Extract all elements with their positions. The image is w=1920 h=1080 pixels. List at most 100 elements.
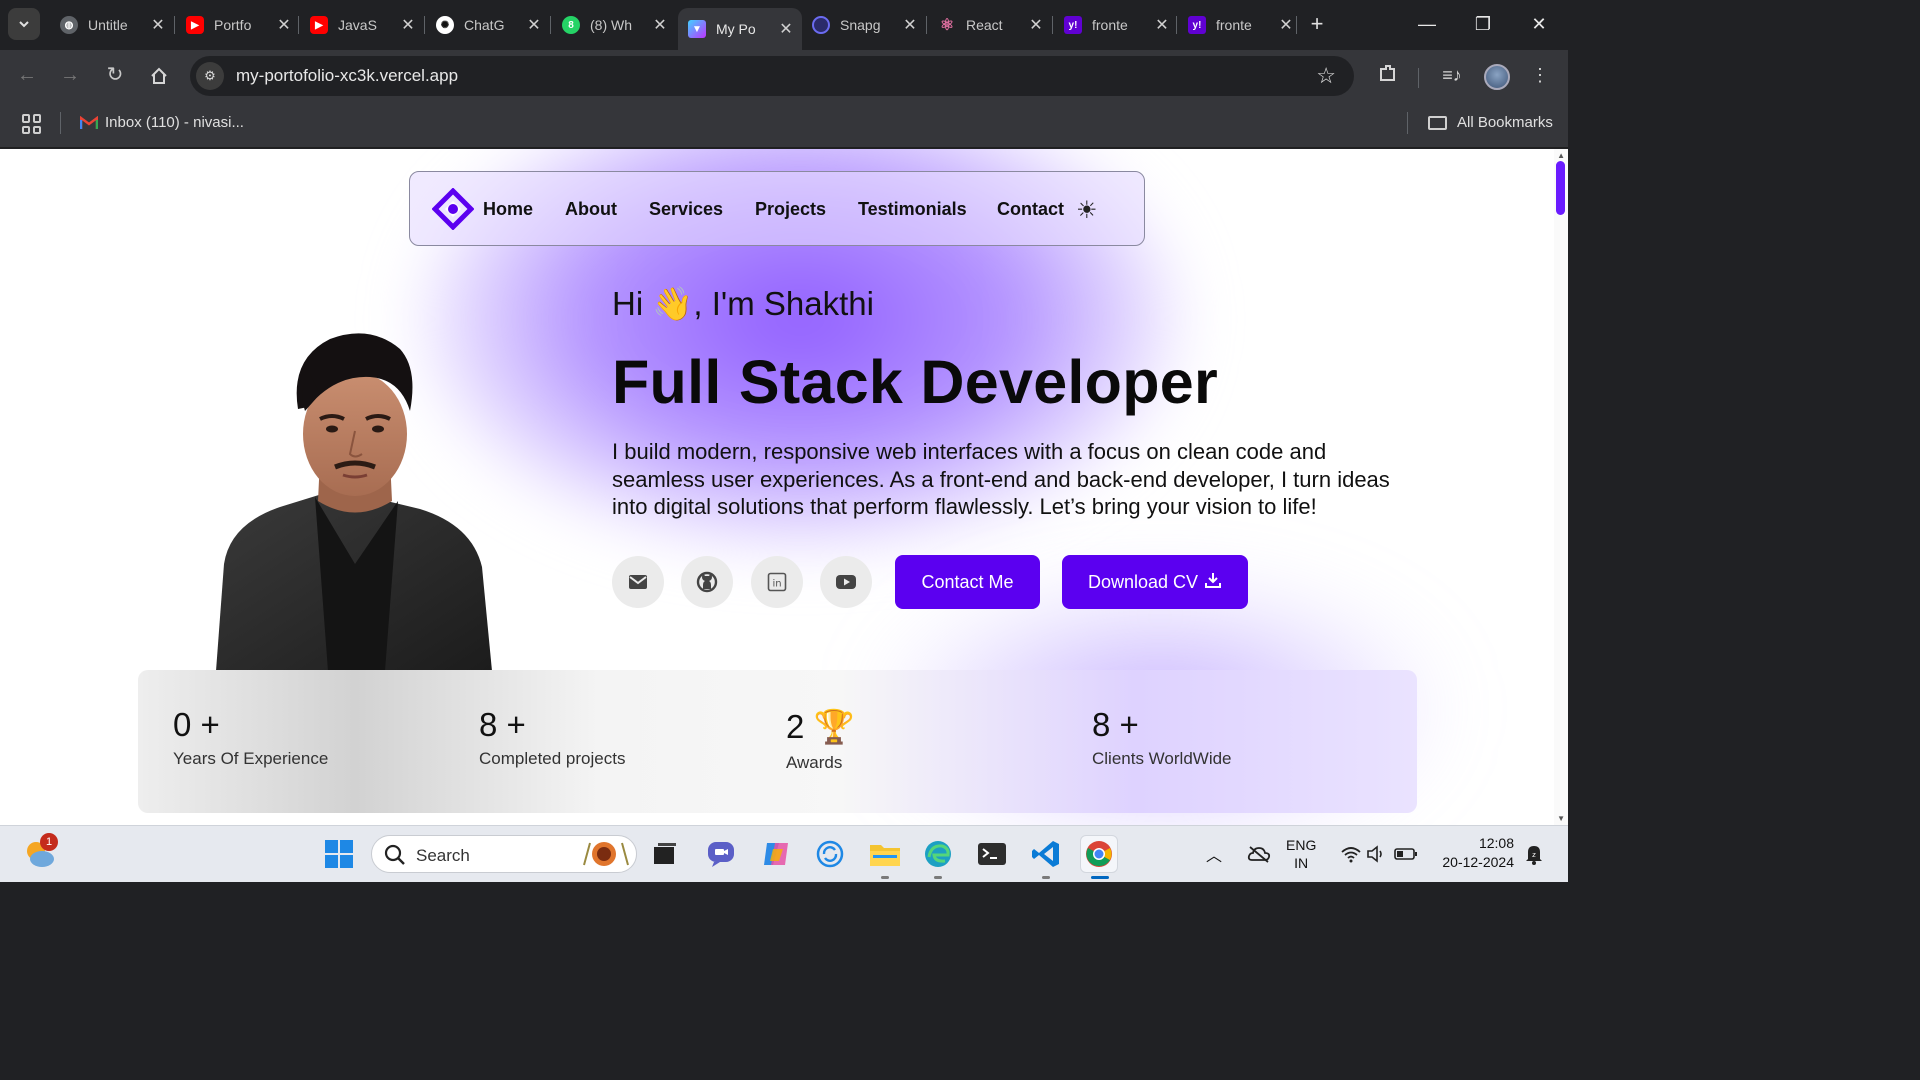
nav-contact[interactable]: Contact [997,199,1064,220]
onedrive-button[interactable] [1240,835,1278,873]
tab-search-button[interactable] [8,8,40,40]
all-bookmarks-link[interactable]: All Bookmarks [1457,114,1553,131]
close-icon[interactable]: ✕ [276,15,292,35]
youtube-button[interactable] [820,556,872,608]
tab-title: My Po [716,21,756,37]
close-icon[interactable]: ✕ [902,15,918,35]
media-control-icon[interactable]: ≡♪ [1438,62,1466,90]
stat-awards-value: 2 🏆 [786,708,855,745]
windows-taskbar: 1 Search ︿ ENG IN 12:08 20-12-2024 z [0,825,1568,882]
nav-testimonials[interactable]: Testimonials [858,199,967,220]
profile-avatar[interactable] [1484,64,1510,90]
close-icon[interactable]: ✕ [652,15,668,35]
contact-me-label: Contact Me [921,571,1014,592]
tab-youtube-javascript[interactable]: ▶ JavaS ✕ [300,8,424,42]
nav-projects[interactable]: Projects [755,199,826,220]
close-icon[interactable]: ✕ [526,15,542,35]
youtube-icon: ▶ [310,16,328,34]
gmail-icon [80,116,98,129]
close-icon[interactable]: ✕ [778,19,794,39]
stat-clients-label: Clients WorldWide [1092,749,1232,768]
contact-me-button[interactable]: Contact Me [895,555,1040,609]
forward-button[interactable]: → [57,63,83,89]
site-navbar: Home About Services Projects Testimonial… [409,171,1145,246]
email-button[interactable] [612,556,664,608]
vscode-button[interactable] [1027,835,1065,873]
tab-snapgram[interactable]: Snapg ✕ [802,8,926,42]
tab-chatgpt[interactable]: ✺ ChatG ✕ [426,8,550,42]
chevron-up-icon[interactable]: ︿ [1206,842,1222,866]
tab-my-portfolio[interactable]: ▼ My Po ✕ [678,8,802,50]
back-button[interactable]: ← [14,63,40,89]
task-view-button[interactable] [646,835,684,873]
page-scrollbar[interactable]: ▲ ▼ [1554,149,1568,825]
close-icon[interactable]: ✕ [1028,15,1044,35]
close-icon[interactable]: ✕ [1278,15,1294,35]
reload-button[interactable]: ↻ [102,63,128,89]
close-window-button[interactable]: ✕ [1524,10,1554,40]
wifi-icon [1341,847,1361,863]
tab-untitled[interactable]: ◍ Untitle ✕ [50,8,174,42]
hero-greeting: Hi 👋, I'm Shakthi [612,285,874,322]
scroll-down-arrow-icon[interactable]: ▼ [1557,814,1565,823]
github-icon [696,571,718,593]
nav-home[interactable]: Home [483,199,533,220]
close-icon[interactable]: ✕ [400,15,416,35]
restore-button[interactable]: ❐ [1468,10,1498,40]
svg-text:z: z [1532,851,1536,859]
stats-panel: 0 + Years Of Experience 8 + Completed pr… [138,670,1417,813]
hero-headline: Full Stack Developer [612,348,1219,416]
tab-react[interactable]: ⚛ React ✕ [928,8,1052,42]
sun-icon[interactable]: ☀ [1076,196,1098,225]
more-menu-icon[interactable]: ⋮ [1526,62,1554,90]
edge-button[interactable] [919,835,957,873]
close-icon[interactable]: ✕ [1154,15,1170,35]
file-explorer-button[interactable] [866,835,904,873]
tab-youtube-portfolio[interactable]: ▶ Portfo ✕ [176,8,300,42]
tab-title: ChatG [464,17,505,33]
url-text[interactable]: my-portofolio-xc3k.vercel.app [236,66,458,86]
apps-icon[interactable] [22,114,42,134]
terminal-icon [978,843,1006,865]
bookmark-gmail-inbox[interactable]: Inbox (110) - nivasi... [105,114,244,131]
minimize-button[interactable]: — [1412,10,1442,40]
nav-services[interactable]: Services [649,199,723,220]
yahoo-icon: y! [1188,16,1206,34]
tab-whatsapp[interactable]: 8 (8) Wh ✕ [552,8,676,42]
language-indicator[interactable]: ENG IN [1286,837,1316,871]
diamond-logo-icon[interactable] [432,188,474,230]
clock[interactable]: 12:08 20-12-2024 [1436,835,1514,870]
linkedin-button[interactable]: in [751,556,803,608]
tab-yahoo-frontend-2[interactable]: y! fronte ✕ [1178,8,1302,42]
home-button[interactable] [146,63,172,89]
scrollbar-thumb[interactable] [1556,161,1565,215]
chrome-button[interactable] [1080,835,1118,873]
tab-yahoo-frontend-1[interactable]: y! fronte ✕ [1054,8,1178,42]
github-button[interactable] [681,556,733,608]
sync-app-button[interactable] [811,835,849,873]
start-button[interactable] [320,835,358,873]
copilot-button[interactable] [757,835,795,873]
taskbar-search[interactable]: Search [371,835,637,873]
notifications-button[interactable]: z [1520,835,1548,873]
quick-settings[interactable] [1334,835,1424,873]
yahoo-icon: y! [1064,16,1082,34]
download-cv-button[interactable]: Download CV [1062,555,1248,609]
teams-chat-button[interactable] [702,835,740,873]
tab-title: (8) Wh [590,17,632,33]
language-code: ENG [1286,837,1317,853]
close-icon[interactable]: ✕ [150,15,166,35]
vite-icon: ▼ [688,20,706,38]
bookmarks-bar: Inbox (110) - nivasi... All Bookmarks [0,100,1568,148]
address-bar[interactable]: ⚙ my-portofolio-xc3k.vercel.app ☆ [190,56,1354,96]
extensions-icon[interactable] [1374,62,1402,90]
stat-projects-value: 8 + [479,706,526,743]
nav-about[interactable]: About [565,199,617,220]
site-info-icon[interactable]: ⚙ [196,62,224,90]
edge-icon [925,841,951,867]
scroll-up-arrow-icon[interactable]: ▲ [1557,151,1565,160]
download-icon [1205,573,1222,588]
terminal-button[interactable] [973,835,1011,873]
new-tab-button[interactable]: + [1304,12,1330,38]
bookmark-star-icon[interactable]: ☆ [1316,63,1336,89]
